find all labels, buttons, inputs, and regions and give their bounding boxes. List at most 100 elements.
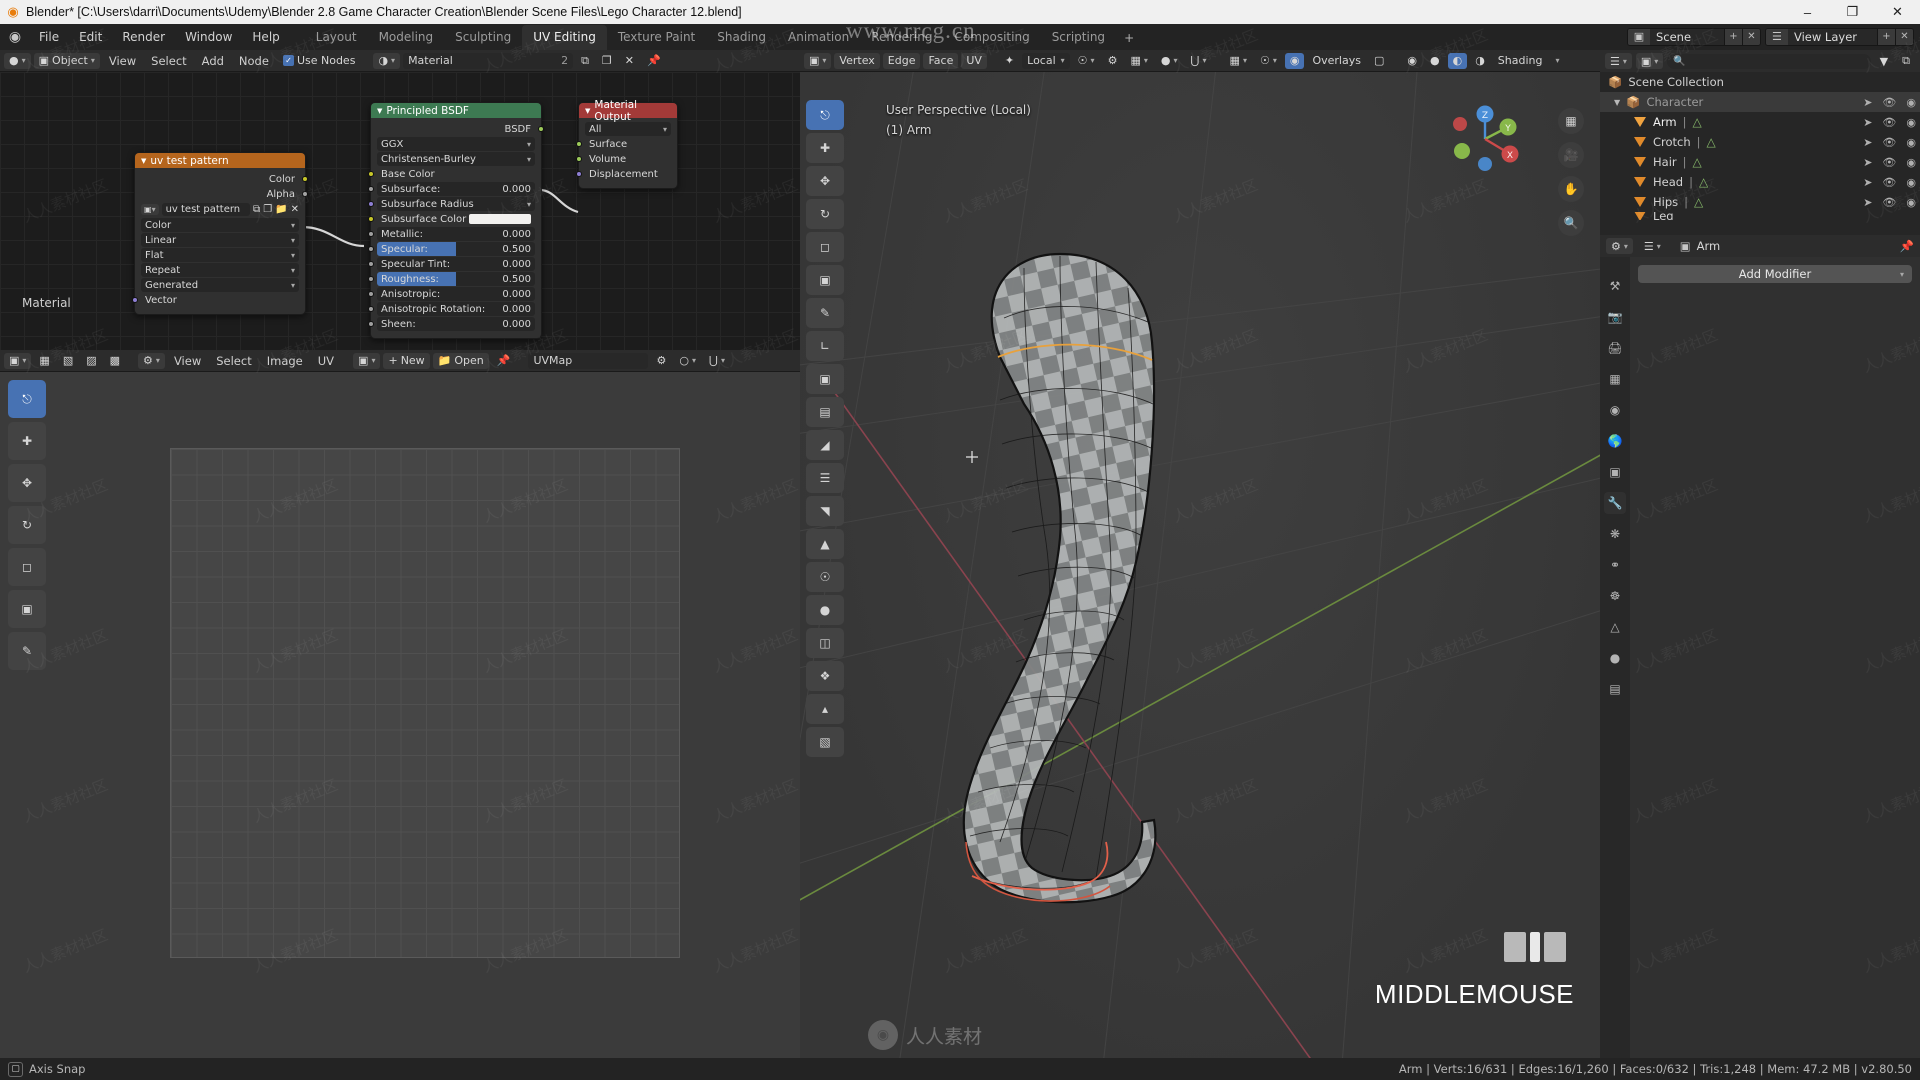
node-input-base-color[interactable]: Base Color: [368, 167, 535, 181]
mode-select-face[interactable]: Face: [923, 52, 959, 69]
tab-sculpting[interactable]: Sculpting: [444, 25, 522, 50]
image-unlink-icon[interactable]: ✕: [291, 204, 299, 215]
uv-menu-view[interactable]: View: [168, 354, 207, 368]
pivot-point-icon[interactable]: ☉ ▾: [1073, 53, 1100, 69]
delete-scene-button[interactable]: ✕: [1741, 29, 1760, 45]
add-workspace-button[interactable]: +: [1116, 26, 1142, 50]
blender-icon[interactable]: ◉: [0, 29, 30, 45]
image-datablock-icon[interactable]: ▣ ▾: [353, 352, 381, 369]
outliner-new-collection-icon[interactable]: ⧉: [1897, 53, 1915, 69]
editor-type-icon[interactable]: ▣ ▾: [804, 52, 832, 69]
outliner-row-arm[interactable]: Arm | △ ➤ 👁 ◉: [1600, 112, 1920, 132]
properties-filter-icon[interactable]: ☰ ▾: [1639, 238, 1666, 254]
node-input-displacement[interactable]: Displacement: [576, 167, 671, 181]
socket-subsurface-color[interactable]: [368, 216, 374, 222]
eye-icon[interactable]: 👁: [1882, 176, 1896, 189]
snap-to-icon[interactable]: ▦ ▾: [1125, 53, 1152, 69]
camera-icon[interactable]: ◉: [1906, 136, 1916, 149]
chevron-down-icon[interactable]: ▼: [1614, 98, 1620, 107]
vp-tool-rotate[interactable]: ↻: [806, 199, 844, 229]
vp-tool-extrude[interactable]: ▣: [806, 364, 844, 394]
node-header[interactable]: ▼ Material Output: [579, 99, 677, 123]
eye-icon[interactable]: 👁: [1882, 116, 1896, 129]
vp-tool-knife[interactable]: ◥: [806, 496, 844, 526]
open-image-button[interactable]: 📁 Open: [432, 352, 489, 369]
vp-tool-rip[interactable]: ▧: [806, 727, 844, 757]
uv-tool-transform[interactable]: ▣: [8, 590, 46, 628]
uv-snap-icon[interactable]: ⚙: [651, 353, 671, 369]
tab-world[interactable]: 🌎: [1604, 430, 1626, 452]
subsurface-color-swatch[interactable]: [469, 214, 531, 224]
mesh-data-icon[interactable]: △: [1692, 115, 1701, 129]
select-icon[interactable]: ➤: [1863, 196, 1872, 209]
overlays-label[interactable]: Overlays: [1307, 53, 1366, 69]
grid-icon[interactable]: ▦: [1558, 108, 1584, 134]
uv-proportional-icon[interactable]: ○ ▾: [674, 353, 701, 369]
node-select-projection[interactable]: Flat ▾: [141, 248, 299, 262]
properties-pin-icon[interactable]: 📌: [1900, 239, 1914, 253]
vp-tool-spin[interactable]: ☉: [806, 562, 844, 592]
use-nodes-checkbox[interactable]: ✓ Use Nodes: [278, 53, 361, 69]
tab-scripting[interactable]: Scripting: [1041, 25, 1116, 50]
vp-tool-shear[interactable]: ▴: [806, 694, 844, 724]
material-slot-field[interactable]: Material 2: [403, 52, 574, 69]
node-input-specular-tint[interactable]: Specular Tint: 0.000: [368, 257, 535, 271]
shading-label[interactable]: Shading: [1493, 53, 1548, 69]
node-select-distribution[interactable]: GGX ▾: [377, 137, 535, 151]
vp-tool-smooth[interactable]: ●: [806, 595, 844, 625]
outliner-row-crotch[interactable]: Crotch | △ ➤ 👁 ◉: [1600, 132, 1920, 152]
vp-tool-scale[interactable]: ◻: [806, 232, 844, 262]
node-input-metallic[interactable]: Metallic: 0.000: [368, 227, 535, 241]
uvmap-field[interactable]: UVMap: [528, 352, 649, 369]
socket-volume[interactable]: [576, 156, 582, 162]
add-modifier-button[interactable]: Add Modifier ▾: [1638, 265, 1912, 283]
node-input-anisotropic-rotation[interactable]: Anisotropic Rotation: 0.000: [368, 302, 535, 316]
menu-help[interactable]: Help: [243, 27, 288, 47]
socket-sheen[interactable]: [368, 321, 374, 327]
editor-type-icon[interactable]: ▣ ▾: [4, 352, 32, 369]
node-input-surface[interactable]: Surface: [576, 137, 671, 151]
tab-constraints[interactable]: ☸: [1604, 585, 1626, 607]
uv-select-mode-island-icon[interactable]: ▩: [105, 353, 125, 369]
uv-tool-scale[interactable]: ◻: [8, 548, 46, 586]
socket-bsdf[interactable]: [538, 126, 544, 132]
new-material-icon[interactable]: ⧉: [576, 53, 594, 69]
shading-solid-icon[interactable]: ●: [1425, 53, 1445, 69]
socket-subsurface[interactable]: [368, 186, 374, 192]
node-input-subsurface-radius[interactable]: Subsurface Radius ▾: [368, 197, 535, 211]
eye-icon[interactable]: 👁: [1882, 136, 1896, 149]
socket-roughness[interactable]: [368, 276, 374, 282]
vp-tool-loop-cut[interactable]: ☰: [806, 463, 844, 493]
node-uv-test-pattern[interactable]: ▼ uv test pattern Color Alpha ▣▾ uv test…: [132, 152, 308, 315]
socket-metallic[interactable]: [368, 231, 374, 237]
tab-modifiers[interactable]: 🔧: [1604, 492, 1626, 514]
outliner-row-scene-collection[interactable]: 📦 Scene Collection: [1600, 72, 1920, 92]
display-mode-icon[interactable]: ▣ ▾: [1635, 53, 1664, 69]
outliner-row-hair[interactable]: Hair | △ ➤ 👁 ◉: [1600, 152, 1920, 172]
node-canvas[interactable]: ▼ uv test pattern Color Alpha ▣▾ uv test…: [0, 72, 800, 350]
select-icon[interactable]: ➤: [1863, 156, 1872, 169]
mesh-data-icon[interactable]: △: [1693, 155, 1702, 169]
arm-mesh-object[interactable]: [800, 72, 1600, 1058]
tab-uv-editing[interactable]: UV Editing: [522, 25, 607, 50]
vp-tool-shrink-fatten[interactable]: ❖: [806, 661, 844, 691]
socket-anisotropic[interactable]: [368, 291, 374, 297]
node-output-alpha[interactable]: Alpha: [141, 187, 308, 201]
camera-icon[interactable]: 🎥: [1558, 142, 1584, 168]
node-menu-add[interactable]: Add: [196, 54, 230, 68]
overlays-toggle-icon[interactable]: ◉: [1284, 52, 1305, 69]
node-input-anisotropic[interactable]: Anisotropic: 0.000: [368, 287, 535, 301]
socket-displacement[interactable]: [576, 171, 582, 177]
camera-icon[interactable]: ◉: [1906, 96, 1916, 109]
node-input-subsurface-color[interactable]: Subsurface Color: [368, 212, 535, 226]
socket-base-color[interactable]: [368, 171, 374, 177]
image-open-icon[interactable]: 📁: [275, 204, 287, 215]
uv-menu-select[interactable]: Select: [210, 354, 257, 368]
uv-image-area[interactable]: [170, 448, 680, 958]
node-input-vector[interactable]: Vector: [132, 293, 299, 307]
vp-tool-tweak[interactable]: ⎋: [806, 100, 844, 130]
falloff-icon[interactable]: ⋃ ▾: [1185, 53, 1211, 69]
vp-tool-poly-build[interactable]: ▲: [806, 529, 844, 559]
node-input-roughness[interactable]: Roughness: 0.500: [368, 272, 535, 286]
tab-tool[interactable]: ⚒: [1604, 275, 1626, 297]
